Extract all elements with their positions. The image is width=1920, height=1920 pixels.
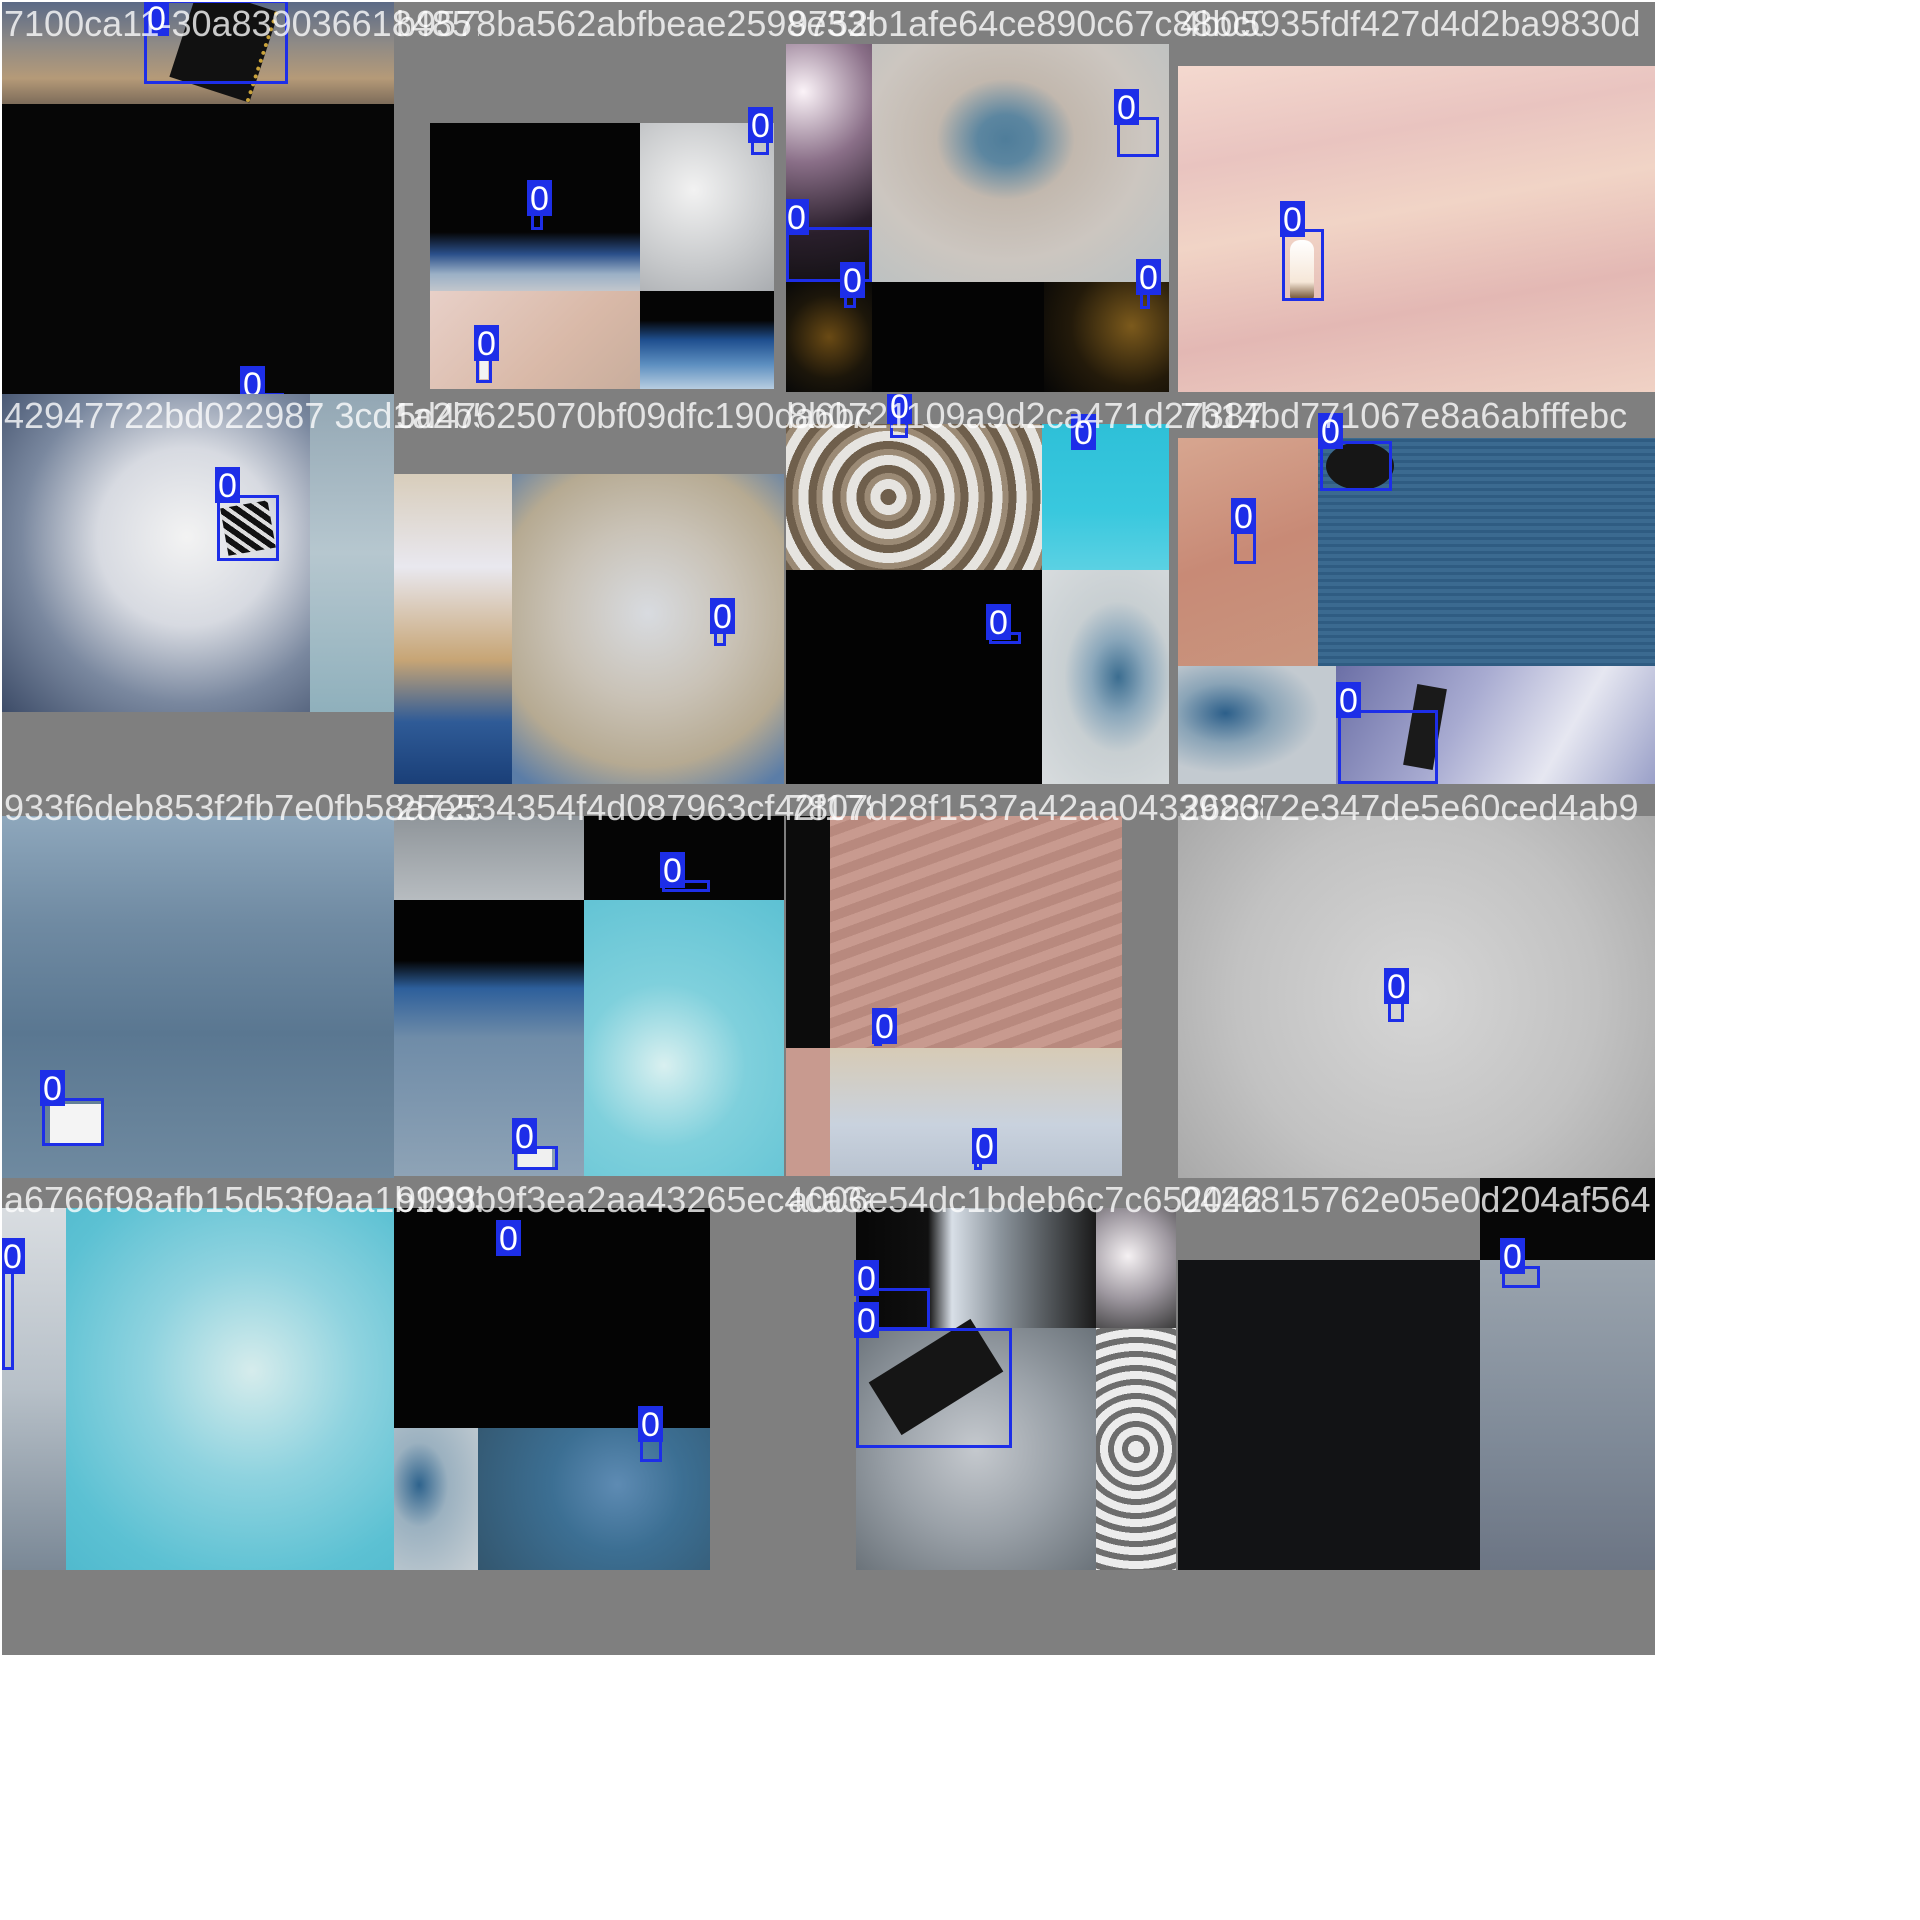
sand-clouds-image [394,474,512,784]
desert-image [430,291,640,389]
bbox-label: 0 [527,180,552,216]
bbox-label: 0 [1500,1238,1525,1274]
pink-desert-image [1178,66,1655,392]
bbox-label: 0 [215,467,240,503]
glare-image [1096,1208,1176,1328]
terrain-river-image [512,474,784,784]
tile-filename: 0426815762e05e0d204af564 [1180,1179,1651,1220]
night-space-image [872,282,1044,392]
bbox-label: 0 [474,325,499,361]
bbox [1282,229,1324,301]
snowy-mountains-image [1096,1328,1176,1570]
bbox-label: 0 [1280,201,1305,237]
bbox-label: 0 [748,107,773,143]
bbox-label: 0 [710,598,735,634]
tile-filename: 4b05935fdf427d4d2ba9830d [1180,3,1641,44]
earth-limb-image [640,291,774,389]
tile-15[interactable]: 0 0426815762e05e0d204af564 [1178,1178,1655,1655]
bbox-label: 0 [854,1302,879,1338]
bbox-label: 0 [1336,682,1361,718]
turquoise-sea-image [1042,424,1169,570]
bbox-label: 0 [638,1406,663,1442]
bbox-label: 0 [512,1118,537,1154]
city-lights-image [1044,282,1169,392]
lake-image [872,44,1169,282]
terrain-image [1480,1260,1655,1570]
lake-image [394,1428,478,1570]
dark-strip-image [786,816,830,1048]
tile-filename: 7b14bd771067e8a6abfffebc [1180,395,1628,436]
snowy-mountains-image [786,424,1042,570]
tile-filename: 268372e347de5e60ced4ab9 [1180,787,1639,828]
bbox-label: 0 [1384,968,1409,1004]
bbox-label: 0 [1136,259,1161,295]
bbox-label: 0 [854,1260,879,1296]
space-image [786,570,1042,784]
bbox [856,1328,1012,1448]
bbox-label: 0 [2,1238,25,1274]
bbox-label: 0 [786,199,809,235]
bbox-label: 0 [986,604,1011,640]
bbox-label: 0 [972,1128,997,1164]
bbox-label: 0 [872,1008,897,1044]
lake-image [1042,570,1169,784]
bbox-label: 0 [660,852,685,888]
bbox [1338,710,1438,784]
bbox-label: 0 [840,262,865,298]
turquoise-sea-image [584,900,784,1176]
bbox-label: 0 [40,1070,65,1106]
bbox-label: 0 [496,1220,521,1256]
terrain-image [394,816,584,900]
night-earth-image [1178,1260,1480,1570]
coast-image [310,394,396,712]
space-image [394,1208,710,1428]
river-image [478,1428,710,1570]
lake-image [1178,666,1336,784]
grey-terrain-image [1178,816,1655,1178]
bbox-label: 0 [1114,89,1139,125]
bbox-label: 0 [1231,498,1256,534]
bbox [2,1266,14,1370]
mosaic-grid: 0 0 7100ca11-30a839036618485789e5..fbe 0… [0,0,1920,1920]
desert-image [786,1048,830,1176]
earth-limb-image [394,900,584,1176]
